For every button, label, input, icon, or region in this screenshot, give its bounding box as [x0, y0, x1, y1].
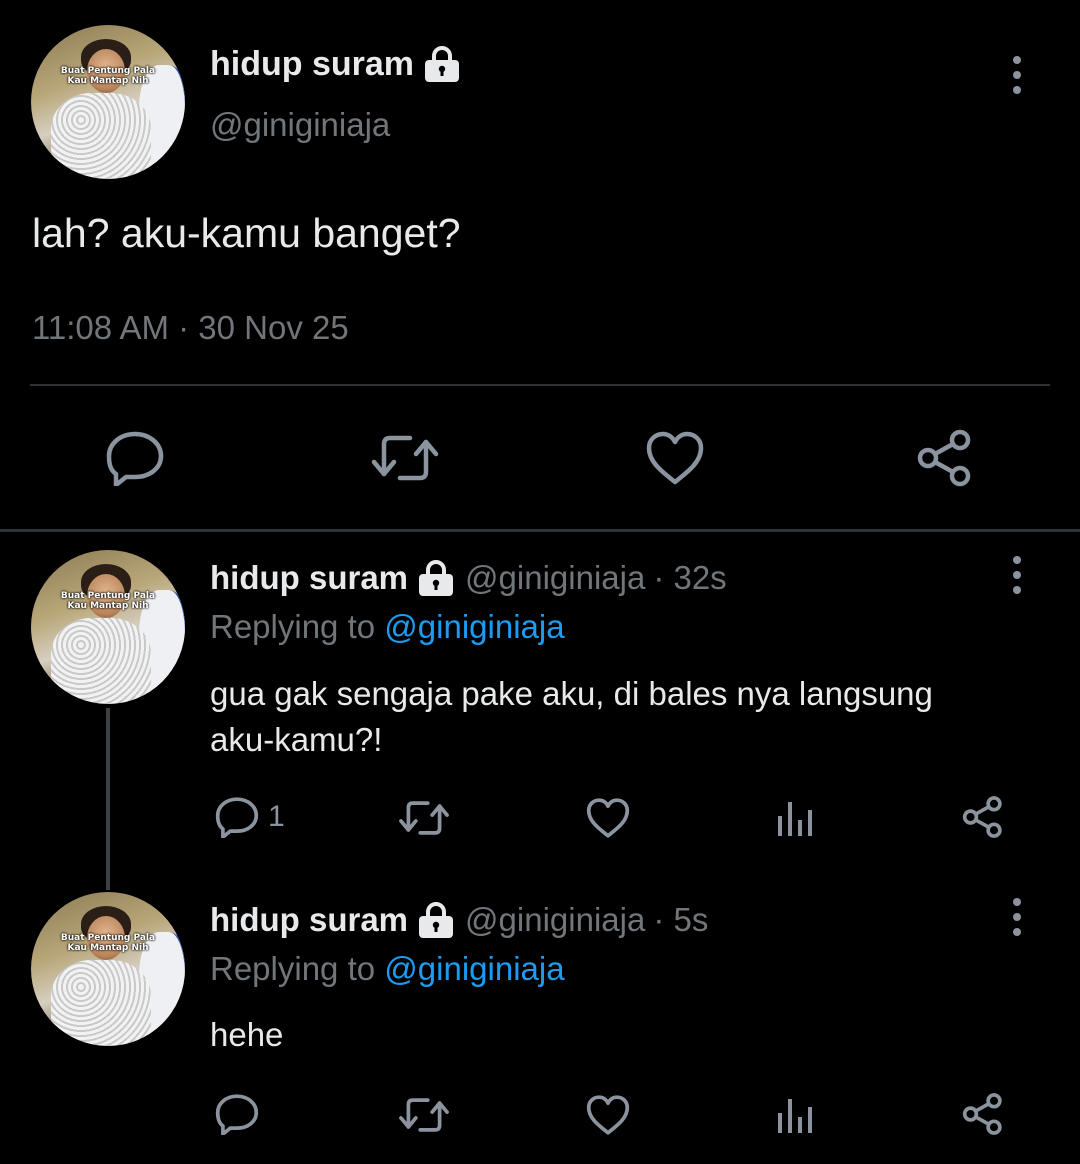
avatar-caption: Buat Pentung Pala [60, 591, 156, 601]
avatar-caption: Kau Mantap Nih [67, 943, 149, 953]
more-options-icon[interactable] [1002, 54, 1032, 98]
lock-icon [417, 560, 455, 596]
share-icon[interactable] [914, 428, 976, 488]
tweet-text-line: gua gak sengaja pake aku, di bales nya l… [210, 675, 933, 712]
reply-icon[interactable] [104, 430, 166, 486]
display-name[interactable]: hidup suram [210, 901, 408, 939]
section-divider [0, 529, 1080, 532]
avatar-caption: Buat Pentung Pala [60, 933, 156, 943]
analytics-icon[interactable] [776, 1095, 816, 1135]
reply-count: 1 [268, 800, 285, 833]
avatar[interactable]: Buat Pentung Pala Kau Mantap Nih [31, 25, 185, 179]
timestamp[interactable]: 11:08 AM · 30 Nov 25 [32, 309, 349, 347]
replying-to-link[interactable]: @giniginiaja [384, 950, 564, 987]
handle[interactable]: @giniginiaja [465, 901, 645, 939]
replying-to: Replying to @giniginiaja [210, 608, 565, 646]
more-options-icon[interactable] [1002, 896, 1032, 940]
handle[interactable]: @giniginiaja [465, 559, 645, 597]
avatar-caption: Kau Mantap Nih [67, 601, 149, 611]
share-icon[interactable] [960, 795, 1006, 839]
tweet-text: hehe [210, 1016, 284, 1053]
avatar-shirt [51, 93, 151, 179]
handle[interactable]: @giniginiaja [210, 106, 390, 144]
like-icon[interactable] [585, 1094, 631, 1136]
analytics-icon[interactable] [776, 798, 816, 838]
avatar[interactable]: Buat Pentung Pala Kau Mantap Nih [31, 892, 185, 1046]
reply-icon [214, 796, 260, 838]
divider [30, 384, 1050, 386]
reply-button[interactable]: 1 [214, 796, 285, 838]
lock-icon [417, 902, 455, 938]
lock-icon [423, 46, 461, 82]
display-name[interactable]: hidup suram [210, 559, 408, 597]
retweet-icon[interactable] [398, 1094, 450, 1136]
tweet-text: gua gak sengaja pake aku, di bales nya l… [210, 671, 933, 763]
replying-to-link[interactable]: @giniginiaja [384, 608, 564, 645]
avatar-caption: Buat Pentung Pala [60, 66, 156, 76]
like-icon[interactable] [644, 430, 706, 486]
avatar-shirt [51, 618, 151, 704]
avatar-caption: Kau Mantap Nih [67, 76, 149, 86]
display-name[interactable]: hidup suram [210, 45, 414, 84]
replying-to: Replying to @giniginiaja [210, 950, 565, 988]
replying-to-label: Replying to [210, 950, 376, 987]
relative-time[interactable]: · 5s [653, 901, 708, 939]
replying-to-label: Replying to [210, 608, 376, 645]
thread-line [106, 708, 110, 890]
relative-time[interactable]: · 32s [653, 559, 726, 597]
retweet-icon[interactable] [398, 797, 450, 839]
reply-icon[interactable] [214, 1093, 260, 1135]
like-icon[interactable] [585, 797, 631, 839]
avatar-shirt [51, 960, 151, 1046]
share-icon[interactable] [960, 1092, 1006, 1136]
tweet-text-line: aku-kamu?! [210, 721, 383, 758]
more-options-icon[interactable] [1002, 554, 1032, 598]
tweet-text: lah? aku-kamu banget? [32, 210, 461, 256]
avatar[interactable]: Buat Pentung Pala Kau Mantap Nih [31, 550, 185, 704]
retweet-icon[interactable] [370, 430, 440, 486]
